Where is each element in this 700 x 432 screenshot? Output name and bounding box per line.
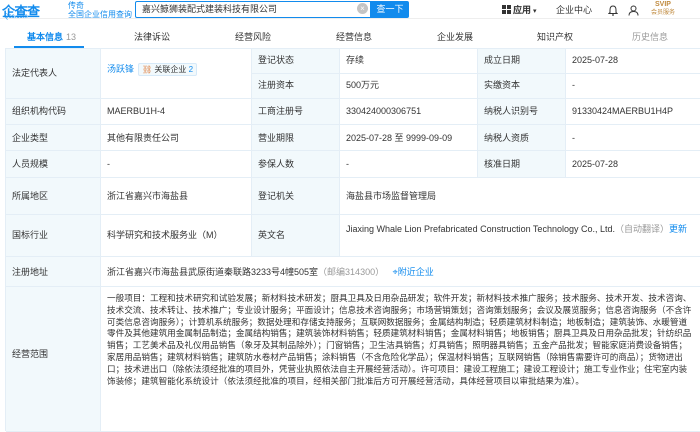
qcc-logo[interactable]: 企查查 Qcc.com: [2, 1, 67, 20]
search-input[interactable]: 嘉兴鲸狮装配式建装科技有限公司: [135, 1, 371, 18]
scope-value: 一般项目：工程和技术研究和试验发展；新材料技术研发；厨具卫具及日用杂品研发；软件…: [101, 287, 700, 432]
tab-ip[interactable]: 知识产权: [537, 30, 573, 44]
biz-reg-no-label: 工商注册号: [252, 99, 340, 125]
staff-size-value: -: [101, 151, 252, 178]
clear-search-icon[interactable]: ×: [357, 3, 368, 14]
scope-label: 经营范围: [6, 287, 101, 432]
biz-reg-no-value: 330424000306751: [340, 99, 478, 125]
english-name-cell: Jiaxing Whale Lion Prefabricated Constru…: [340, 215, 700, 257]
tab-business-risk[interactable]: 经营风险: [235, 30, 271, 44]
org-code-label: 组织机构代码: [6, 99, 101, 125]
reg-status-value: 存续: [340, 49, 478, 74]
legal-rep-name-link[interactable]: 汤跃锋: [107, 64, 134, 74]
english-name-value: Jiaxing Whale Lion Prefabricated Constru…: [346, 224, 615, 234]
tagline-line-2: 全国企业信用查询: [68, 10, 132, 19]
tab-legal[interactable]: 法律诉讼: [134, 30, 170, 44]
industry-label: 国标行业: [6, 215, 101, 257]
grid-icon: [502, 5, 511, 14]
region-label: 所属地区: [6, 178, 101, 215]
search-button[interactable]: 查一下: [371, 1, 409, 18]
tab-history[interactable]: 历史信息: [632, 30, 668, 44]
address-value: 浙江省嘉兴市海盐县武原街道秦联路3233号4幢505室: [107, 267, 319, 277]
taxpayer-qual-value: -: [566, 125, 700, 151]
authority-label: 登记机关: [252, 178, 340, 215]
approval-date-label: 核准日期: [478, 151, 566, 178]
org-code-value: MAERBU1H-4: [101, 99, 252, 125]
est-date-value: 2025-07-28: [566, 49, 700, 74]
svip-membership[interactable]: SVIP 会员服务: [647, 1, 697, 18]
apps-menu[interactable]: 应用 ▾: [502, 3, 537, 16]
user-icon[interactable]: [628, 3, 639, 16]
reg-capital-label: 注册资本: [252, 74, 340, 99]
taxpayer-qual-label: 纳税人资质: [478, 125, 566, 151]
svip-sub-label: 会员服务: [651, 10, 676, 16]
insured-label: 参保人数: [252, 151, 340, 178]
related-label: 关联企业: [154, 65, 187, 74]
english-name-label: 英文名: [252, 215, 340, 257]
tab-basic-info[interactable]: 基本信息 13: [27, 30, 76, 44]
staff-size-label: 人员规模: [6, 151, 101, 178]
authority-value: 海盐县市场监督管理局: [340, 178, 700, 215]
tab-development[interactable]: 企业发展: [437, 30, 473, 44]
tagline-line-1: 传奇: [68, 1, 84, 10]
paid-capital-value: -: [566, 74, 700, 99]
postcode-value: （邮编314300）: [318, 267, 385, 277]
top-bar: 企查查 Qcc.com 传奇 全国企业信用查询 嘉兴鲸狮装配式建装科技有限公司 …: [0, 0, 700, 20]
company-info-table: 法定代表人 汤跃锋 ⛓ 关联企业 2 登记状态 存续 成立日期 2025-07-2…: [5, 48, 700, 432]
related-count: 2: [188, 65, 194, 74]
apps-label: 应用: [513, 5, 532, 15]
insured-value: -: [340, 151, 478, 178]
legal-rep-label: 法定代表人: [6, 49, 101, 99]
logo-sub-text: Qcc.com: [4, 14, 28, 20]
tab-badge: 13: [66, 32, 77, 42]
tagline: 传奇 全国企业信用查询: [68, 1, 132, 19]
bell-icon[interactable]: [607, 3, 619, 16]
reg-status-label: 登记状态: [252, 49, 340, 74]
legal-rep-cell: 汤跃锋 ⛓ 关联企业 2: [101, 49, 252, 99]
biz-term-label: 营业期限: [252, 125, 340, 151]
approval-date-value: 2025-07-28: [566, 151, 700, 178]
address-label: 注册地址: [6, 257, 101, 287]
paid-capital-label: 实缴资本: [478, 74, 566, 99]
tab-label: 基本信息: [27, 32, 64, 42]
biz-term-value: 2025-07-28 至 9999-09-09: [340, 125, 478, 151]
industry-value: 科学研究和技术服务业（M）: [101, 215, 252, 257]
update-link[interactable]: 更新: [669, 224, 687, 234]
address-cell: 浙江省嘉兴市海盐县武原街道秦联路3233号4幢505室（邮编314300） ⌖附…: [101, 257, 700, 287]
related-companies-badge[interactable]: ⛓ 关联企业 2: [138, 63, 198, 76]
chevron-down-icon: ▾: [533, 8, 537, 15]
tab-business-info[interactable]: 经营信息: [336, 30, 372, 44]
section-tabs: 基本信息 13 法律诉讼 经营风险 经营信息 企业发展 知识产权 历史信息: [0, 30, 700, 46]
chain-icon: ⛓: [142, 65, 153, 74]
region-value: 浙江省嘉兴市海盐县: [101, 178, 252, 215]
taxpayer-id-value: 91330424MAERBU1H4P: [566, 99, 700, 125]
enterprise-center-link[interactable]: 企业中心: [556, 3, 592, 16]
company-type-label: 企业类型: [6, 125, 101, 151]
nearby-companies-link[interactable]: 附近企业: [398, 267, 434, 277]
reg-capital-value: 500万元: [340, 74, 478, 99]
company-type-value: 其他有限责任公司: [101, 125, 252, 151]
auto-translate-note: （自动翻译）: [615, 224, 670, 234]
est-date-label: 成立日期: [478, 49, 566, 74]
svip-label: SVIP: [655, 1, 671, 8]
taxpayer-id-label: 纳税人识别号: [478, 99, 566, 125]
